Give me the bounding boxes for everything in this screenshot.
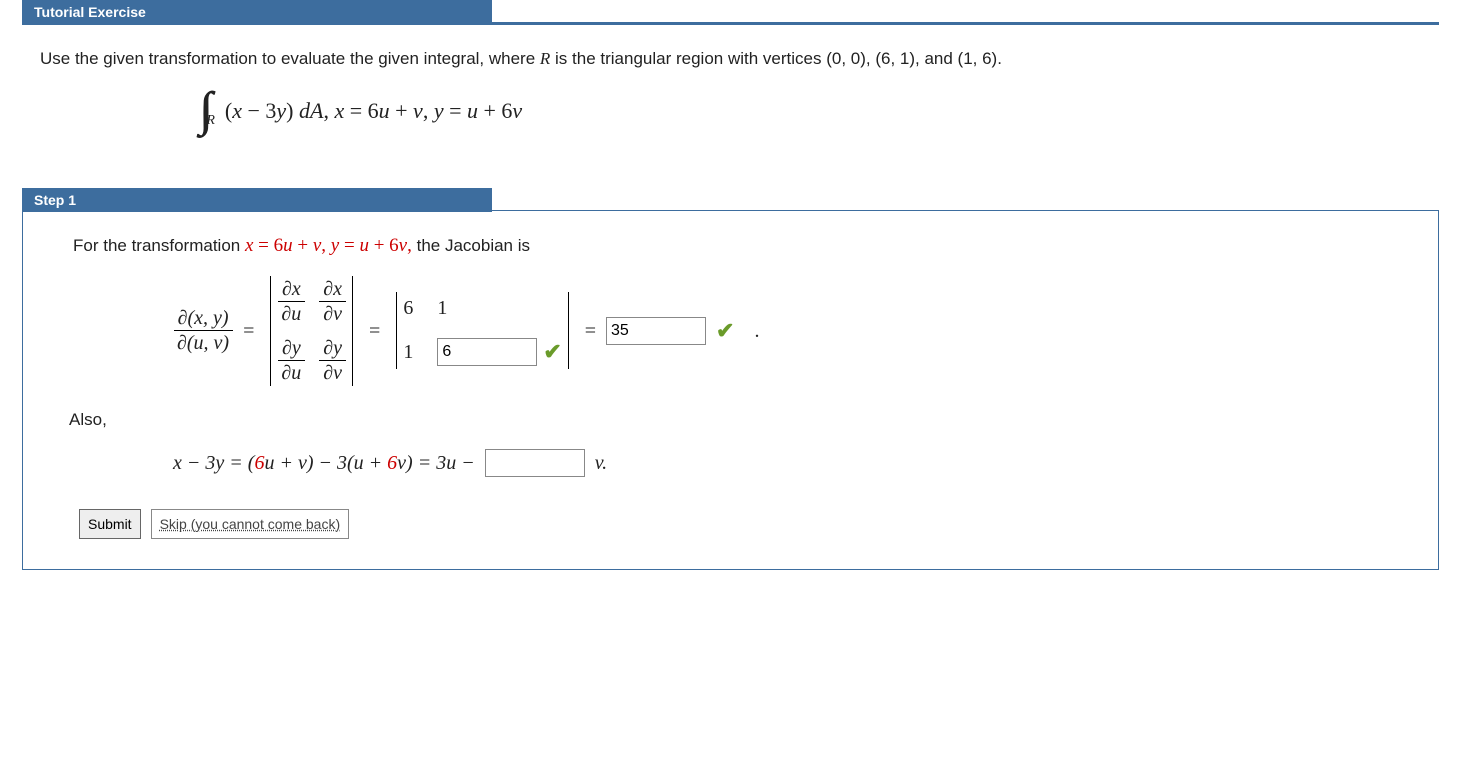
integral-region: R [206,114,215,128]
skip-link[interactable]: Skip (you cannot come back) [151,509,350,539]
xdef-v: v [413,98,423,123]
submit-button[interactable]: Submit [79,509,141,539]
line1-b: the Jacobian is [417,236,530,255]
problem-statement: Use the given transformation to evaluate… [40,45,1431,72]
prompt-text-b: is the triangular region with vertices (… [550,49,1002,68]
m21: 1 [403,336,413,368]
partial-determinant: ∂x∂u ∂x∂v ∂y∂u ∂y∂v [264,276,359,386]
step1-line1: For the transformation x = 6u + v, y = u… [73,231,1408,261]
eq3: = [585,315,596,347]
xdef-eq: = 6 [344,98,378,123]
xdef-plus: + [390,98,413,123]
jac-bot: ∂(u, v) [173,331,233,355]
ydef-v: v [512,98,522,123]
step1-body: For the transformation x = 6u + v, y = u… [23,211,1438,569]
period: . [754,315,759,347]
eq1: = [243,315,254,347]
numeric-determinant: 6 1 1 ✔ [390,292,574,369]
jacobian-fraction: ∂(x, y) ∂(u, v) [173,306,233,355]
prompt-text-a: Use the given transformation to evaluate… [40,49,540,68]
xdef-x: x [334,98,344,123]
answer-m22-input[interactable] [437,338,537,366]
double-integral-icon: ∫∫R [200,86,215,134]
jac-top: ∂(x, y) [174,306,233,331]
dxdv-b: ∂v [319,302,346,326]
dydv-t: ∂y [319,336,346,361]
also-label: Also, [69,406,1408,433]
ydef-eq: = [444,98,467,123]
substitution-line: x − 3y = (6u + v) − 3(u + 6v) = 3u − v. [173,447,1408,479]
m12: 1 [437,292,561,324]
rp: ) [286,98,299,123]
int-x: x [232,98,242,123]
dxdv-t: ∂x [319,277,346,302]
dydu-b: ∂u [277,361,305,385]
int-y: y [276,98,286,123]
m11: 6 [403,292,413,324]
check-icon: ✔ [716,313,734,348]
line1-xdef: x = 6u + v, y = u + 6v, [245,235,417,256]
check-icon: ✔ [543,334,561,369]
jacobian-line: ∂(x, y) ∂(u, v) = ∂x∂u ∂x∂v ∂y∂u ∂y∂v = … [173,276,1408,386]
line1-a: For the transformation [73,236,245,255]
tutorial-header: Tutorial Exercise [22,0,492,24]
prompt-r: R [540,49,550,68]
dydu-t: ∂y [278,336,305,361]
sub-expr: x − 3y = (6u + v) − 3(u + 6v) = 3u − [173,447,475,479]
answer-coef-input[interactable] [485,449,585,477]
xdef-u: u [379,98,390,123]
dxdu-t: ∂x [278,277,305,302]
dydv-b: ∂v [319,361,346,385]
integral-expression: ∫∫R (x − 3y) dA, x = 6u + v, y = u + 6v [200,86,1431,134]
comma2: , [423,98,434,123]
tutorial-body: Use the given transformation to evaluate… [0,25,1461,188]
eq2: = [369,315,380,347]
ydef-u: u [467,98,478,123]
ydef-plus6: + 6 [478,98,512,123]
int-b: − 3 [242,98,276,123]
step1-header: Step 1 [22,188,492,212]
ydef-y: y [434,98,444,123]
comma1: , [323,98,334,123]
action-row: Submit Skip (you cannot come back) [79,509,1408,539]
step1-frame: For the transformation x = 6u + v, y = u… [22,211,1439,570]
int-dA: dA [299,98,323,123]
answer-det-input[interactable] [606,317,706,345]
dxdu-b: ∂u [277,302,305,326]
sub-end: v. [595,447,607,479]
